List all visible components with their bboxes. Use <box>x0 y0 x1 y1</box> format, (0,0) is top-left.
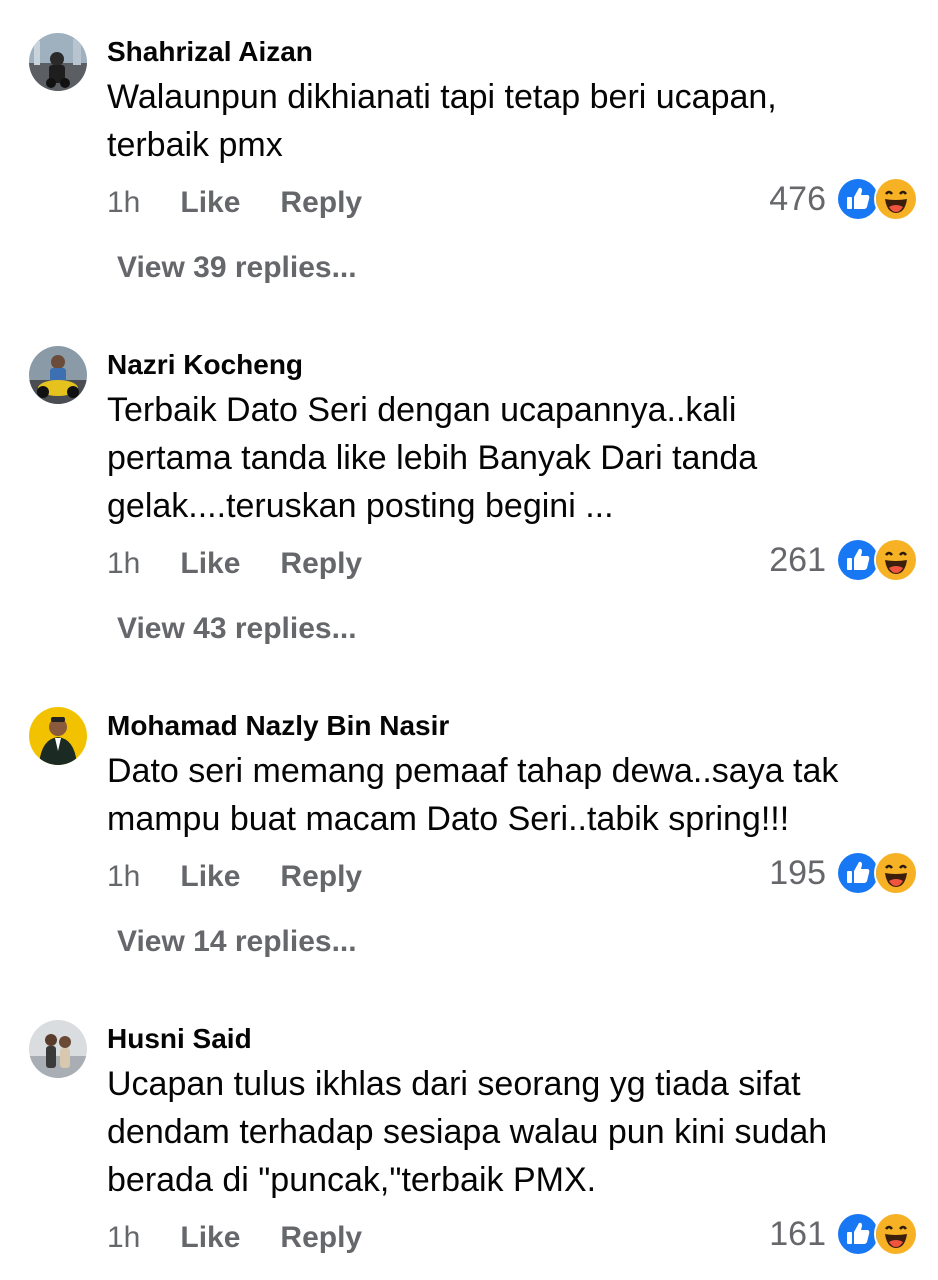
haha-icon <box>874 538 918 582</box>
comment-actions: 1h Like Reply <box>107 1218 362 1258</box>
reply-button[interactable]: Reply <box>280 1218 362 1258</box>
comment-actions: 1h Like Reply <box>107 857 362 897</box>
comment-author[interactable]: Shahrizal Aizan <box>107 35 313 69</box>
comment-time[interactable]: 1h <box>107 857 140 897</box>
comment-text: Terbaik Dato Seri dengan ucapannya..kali… <box>107 391 758 525</box>
like-button[interactable]: Like <box>180 1218 240 1258</box>
reaction-count: 161 <box>769 1215 826 1253</box>
like-button[interactable]: Like <box>180 183 240 223</box>
comment-time[interactable]: 1h <box>107 544 140 584</box>
comment-text: Ucapan tulus ikhlas dari seorang yg tiad… <box>107 1065 828 1199</box>
comment-text: Dato seri memang pemaaf tahap dewa..saya… <box>107 752 839 838</box>
avatar[interactable] <box>29 1020 87 1078</box>
avatar[interactable] <box>29 707 87 765</box>
reaction-summary[interactable]: 476 <box>769 177 918 221</box>
reaction-count: 195 <box>769 854 826 892</box>
like-button[interactable]: Like <box>180 544 240 584</box>
haha-icon <box>874 1212 918 1256</box>
reaction-count: 261 <box>769 541 826 579</box>
view-replies-link[interactable]: View 39 replies... <box>117 250 357 286</box>
haha-icon <box>874 177 918 221</box>
comment-actions: 1h Like Reply <box>107 544 362 584</box>
comment-time[interactable]: 1h <box>107 1218 140 1258</box>
haha-icon <box>874 851 918 895</box>
comment-author[interactable]: Nazri Kocheng <box>107 348 303 382</box>
comment-author[interactable]: Mohamad Nazly Bin Nasir <box>107 709 449 743</box>
view-replies-link[interactable]: View 43 replies... <box>117 611 357 647</box>
like-button[interactable]: Like <box>180 857 240 897</box>
reply-button[interactable]: Reply <box>280 544 362 584</box>
comment-author[interactable]: Husni Said <box>107 1022 252 1056</box>
comment-text: Walaunpun dikhianati tapi tetap beri uca… <box>107 78 777 164</box>
reaction-summary[interactable]: 161 <box>769 1212 918 1256</box>
avatar[interactable] <box>29 33 87 91</box>
reply-button[interactable]: Reply <box>280 183 362 223</box>
comment-time[interactable]: 1h <box>107 183 140 223</box>
comment-actions: 1h Like Reply <box>107 183 362 223</box>
view-replies-link[interactable]: View 14 replies... <box>117 924 357 960</box>
reply-button[interactable]: Reply <box>280 857 362 897</box>
reaction-summary[interactable]: 261 <box>769 538 918 582</box>
reaction-summary[interactable]: 195 <box>769 851 918 895</box>
avatar[interactable] <box>29 346 87 404</box>
reaction-count: 476 <box>769 180 826 218</box>
